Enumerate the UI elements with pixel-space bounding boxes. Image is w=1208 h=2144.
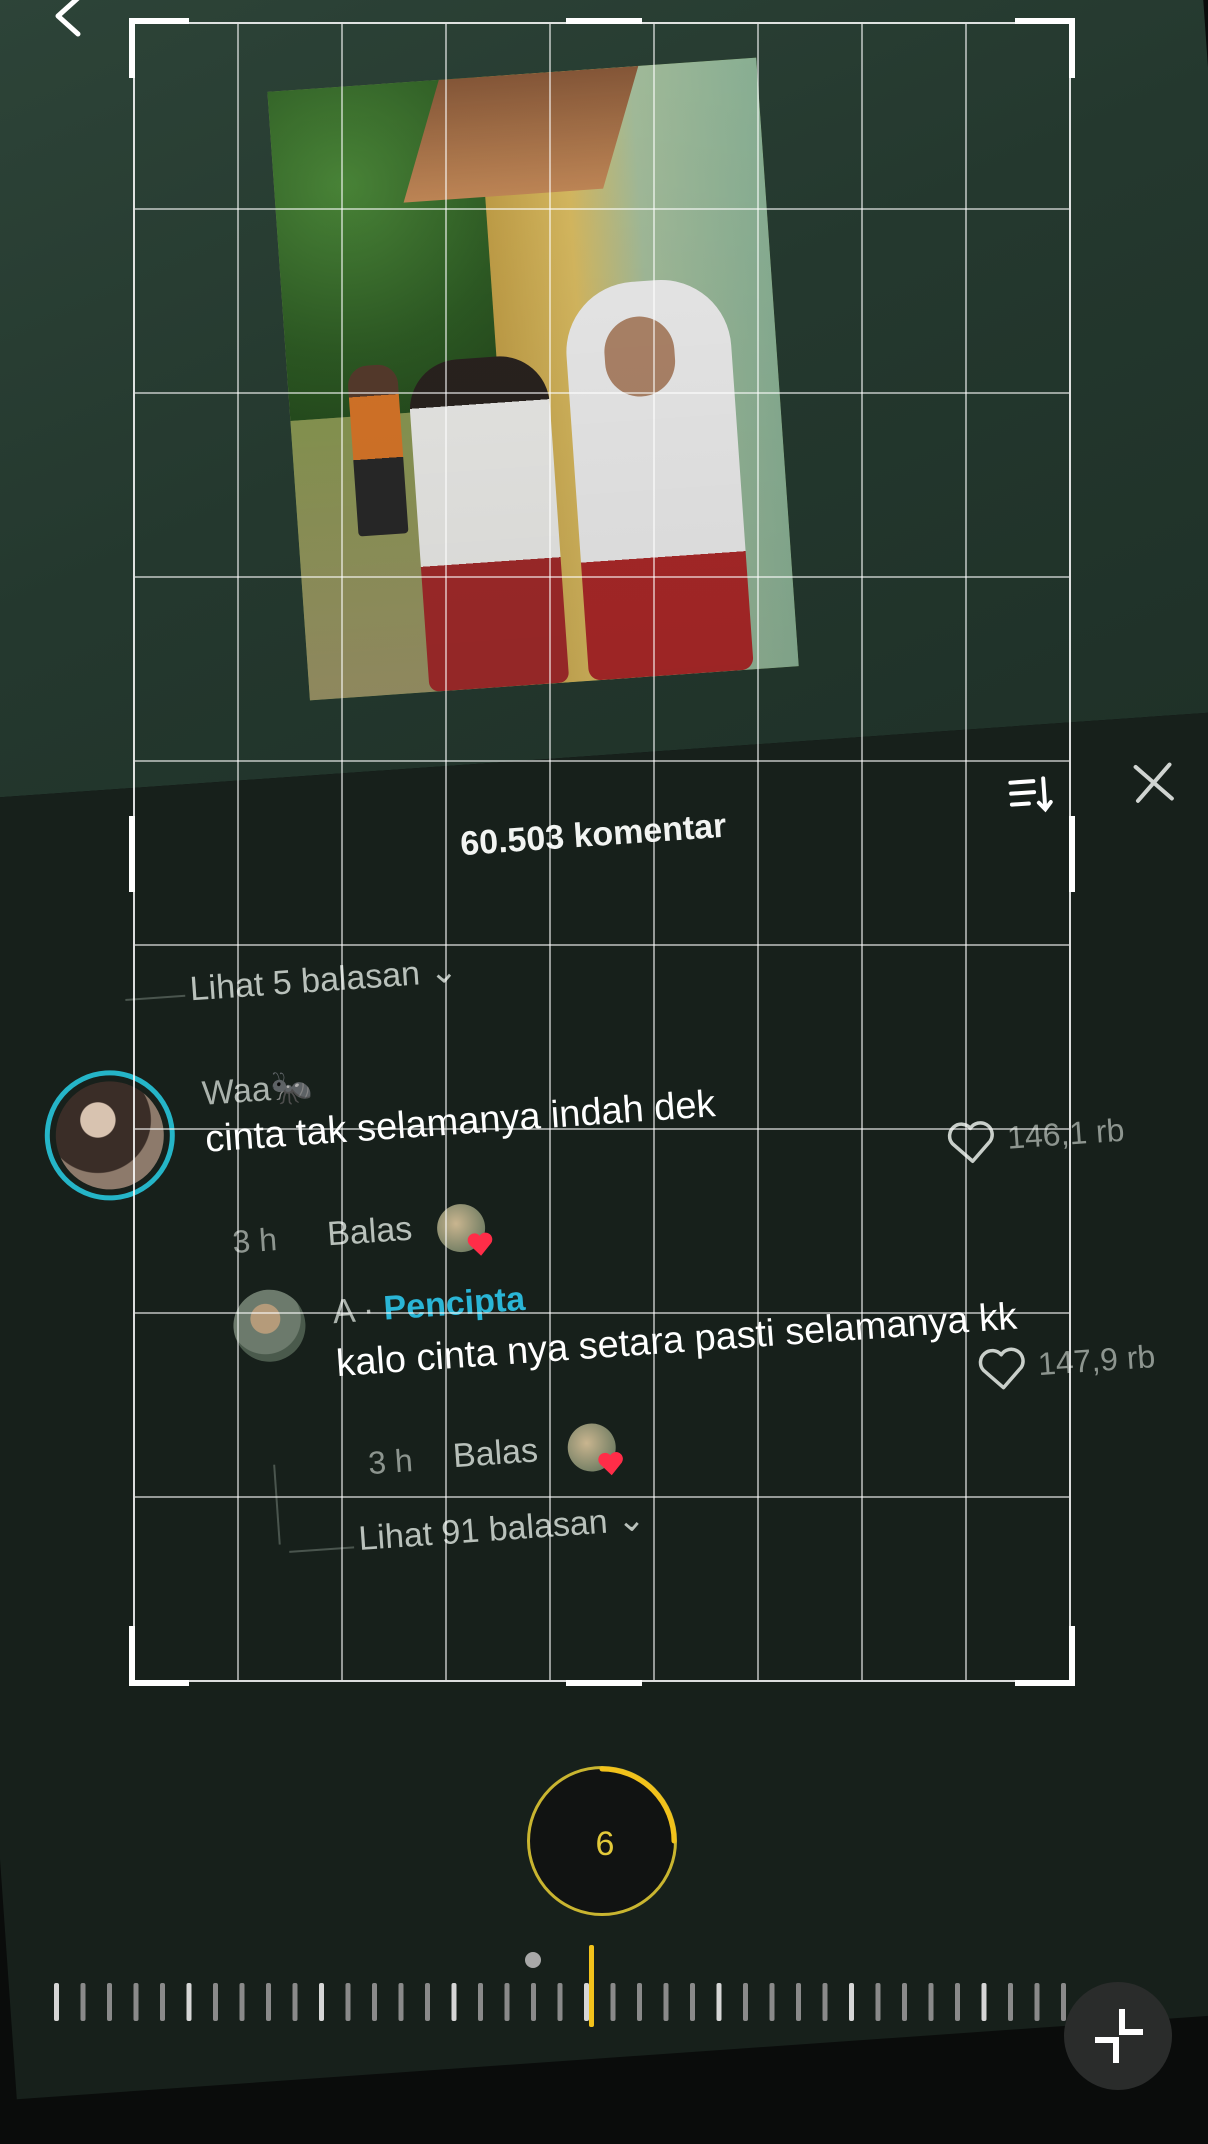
ruler-tick [902,1983,907,2021]
ruler-indicator [589,1945,594,2027]
ruler-tick [345,1983,351,2021]
close-icon[interactable] [1131,760,1176,805]
compress-button[interactable] [1064,1982,1172,2090]
ruler-tick [531,1983,536,2021]
ruler-tick [1008,1983,1013,2021]
ruler-tick [239,1983,245,2021]
crop-handle-bottom-left[interactable] [129,1626,189,1686]
ruler-tick [690,1983,695,2021]
crop-handle-bottom-right[interactable] [1015,1626,1075,1686]
ruler-tick [319,1983,324,2021]
ruler-tick [875,1983,881,2021]
ruler-tick [186,1983,192,2021]
ruler-tick [292,1983,298,2021]
rotation-angle-dial[interactable]: 6 [527,1766,677,1916]
rotation-angle-value: 6 [595,1825,615,1863]
ruler-tick [80,1983,86,2021]
ruler-tick [663,1983,669,2021]
crop-frame[interactable] [129,18,1075,1686]
ruler-tick [425,1983,430,2021]
crop-handle-top-right[interactable] [1015,18,1075,78]
ruler-tick [451,1983,457,2021]
ruler-tick [955,1983,960,2021]
crop-handle-left[interactable] [129,816,135,892]
ruler-tick [372,1983,377,2021]
ruler-tick [133,1983,139,2021]
ruler-tick [796,1983,801,2021]
crop-handle-right[interactable] [1069,816,1075,892]
ruler-tick [398,1983,404,2021]
ruler-tick [478,1983,483,2021]
ruler-tick [769,1983,775,2021]
ruler-tick [822,1983,828,2021]
crop-handle-top[interactable] [566,18,642,24]
rotation-ruler[interactable] [40,1945,1080,2035]
ruler-tick [981,1983,987,2021]
ruler-tick [504,1983,510,2021]
ruler-tick [160,1983,165,2021]
ruler-tick [266,1983,271,2021]
crop-handle-top-left[interactable] [129,18,189,78]
ruler-tick [54,1983,59,2021]
ruler-tick [557,1983,563,2021]
ruler-tick [849,1983,854,2021]
back-icon[interactable] [48,0,88,38]
ruler-tick [107,1983,112,2021]
ruler-tick [743,1983,748,2021]
ruler-tick [716,1983,722,2021]
ruler-tick [610,1983,616,2021]
ruler-tick [213,1983,218,2021]
ruler-tick [637,1983,642,2021]
ruler-tick [928,1983,934,2021]
ruler-tick [1034,1983,1040,2021]
compress-icon [1095,2009,1143,2063]
crop-handle-bottom[interactable] [566,1680,642,1686]
